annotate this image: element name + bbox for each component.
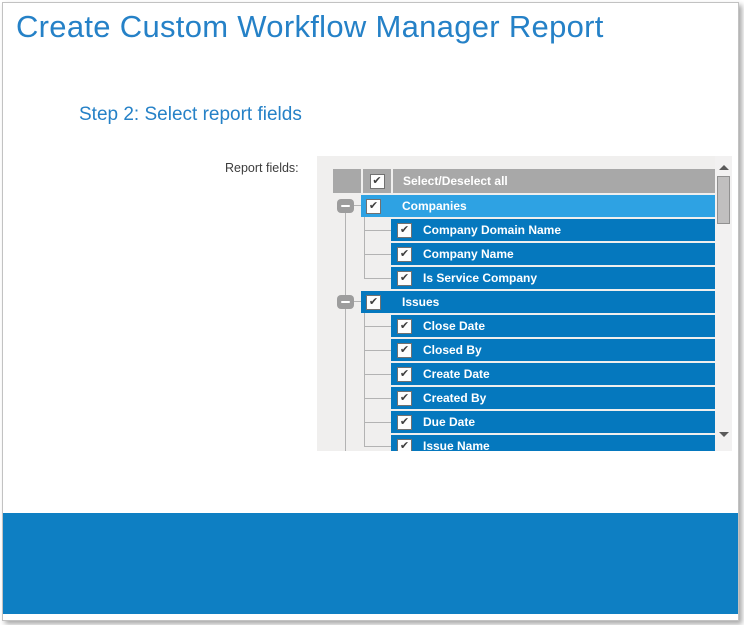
tree-row-label: Companies <box>402 199 467 213</box>
checkbox-icon[interactable]: ✔ <box>397 391 412 406</box>
tree-connector-line <box>364 446 391 447</box>
select-all-checkbox-icon[interactable]: ✔ <box>370 174 385 189</box>
tree-row-label: Is Service Company <box>423 271 537 285</box>
header-spacer-cell <box>333 169 361 193</box>
select-all-header-row[interactable]: ✔ Select/Deselect all <box>333 169 715 193</box>
tree-connector-line <box>364 230 391 231</box>
checkbox-icon[interactable]: ✔ <box>397 223 412 238</box>
step-heading: Step 2: Select report fields <box>79 104 302 126</box>
checkbox-icon[interactable]: ✔ <box>397 343 412 358</box>
scrollbar-thumb[interactable] <box>717 176 730 224</box>
wizard-footer-bar: Previous Next <box>3 513 738 614</box>
tree-row-label: Create Date <box>423 367 490 381</box>
wizard-window: Create Custom Workflow Manager Report St… <box>2 2 739 621</box>
tree-row[interactable]: ✔ Issue Name <box>391 435 715 451</box>
tree-row[interactable]: ✔ Company Domain Name <box>391 219 715 241</box>
tree-row[interactable]: ✔ Issues <box>361 291 715 313</box>
checkbox-icon[interactable]: ✔ <box>397 415 412 430</box>
tree-row-label: Created By <box>423 391 486 405</box>
tree-connector-line <box>364 350 391 351</box>
scrollbar[interactable] <box>715 156 732 451</box>
scroll-up-icon[interactable] <box>719 165 729 170</box>
tree-connector-line <box>354 205 361 206</box>
tree-connector-line <box>354 301 361 302</box>
tree-row[interactable]: ✔ Due Date <box>391 411 715 433</box>
tree-connector-line <box>364 278 391 279</box>
tree-row-label: Closed By <box>423 343 482 357</box>
tree-connector-line <box>364 374 391 375</box>
tree-row-label: Issues <box>402 295 439 309</box>
tree-connector-line <box>364 422 391 423</box>
report-fields-panel: ✔ Select/Deselect all ✔ Companies ✔ Company… <box>317 156 732 451</box>
tree-row-label: Due Date <box>423 415 475 429</box>
checkbox-icon[interactable]: ✔ <box>397 439 412 452</box>
tree-connector-line <box>364 217 365 278</box>
checkbox-icon[interactable]: ✔ <box>397 319 412 334</box>
tree-connector-line <box>364 398 391 399</box>
tree-connector-line <box>364 254 391 255</box>
tree-row[interactable]: ✔ Closed By <box>391 339 715 361</box>
checkbox-icon[interactable]: ✔ <box>366 295 381 310</box>
tree-row[interactable]: ✔ Create Date <box>391 363 715 385</box>
select-all-label: Select/Deselect all <box>393 169 715 193</box>
checkbox-icon[interactable]: ✔ <box>366 199 381 214</box>
scroll-down-icon[interactable] <box>719 432 729 437</box>
tree-connector-line <box>364 313 365 446</box>
collapse-icon[interactable] <box>337 295 354 309</box>
tree-row[interactable]: ✔ Companies <box>361 195 715 217</box>
tree-row-label: Close Date <box>423 319 485 333</box>
collapse-icon[interactable] <box>337 199 354 213</box>
tree-row[interactable]: ✔ Is Service Company <box>391 267 715 289</box>
page-title: Create Custom Workflow Manager Report <box>16 9 604 45</box>
checkbox-icon[interactable]: ✔ <box>397 367 412 382</box>
tree-row-label: Issue Name <box>423 439 490 451</box>
header-checkbox-cell: ✔ <box>363 169 391 193</box>
tree-row-label: Company Domain Name <box>423 223 561 237</box>
checkbox-icon[interactable]: ✔ <box>397 271 412 286</box>
tree-row[interactable]: ✔ Close Date <box>391 315 715 337</box>
tree-connector-line <box>364 326 391 327</box>
tree-row-label: Company Name <box>423 247 514 261</box>
tree-connector-line <box>345 206 346 451</box>
tree-row[interactable]: ✔ Created By <box>391 387 715 409</box>
report-fields-label: Report fields: <box>225 161 299 175</box>
tree-row[interactable]: ✔ Company Name <box>391 243 715 265</box>
checkbox-icon[interactable]: ✔ <box>397 247 412 262</box>
